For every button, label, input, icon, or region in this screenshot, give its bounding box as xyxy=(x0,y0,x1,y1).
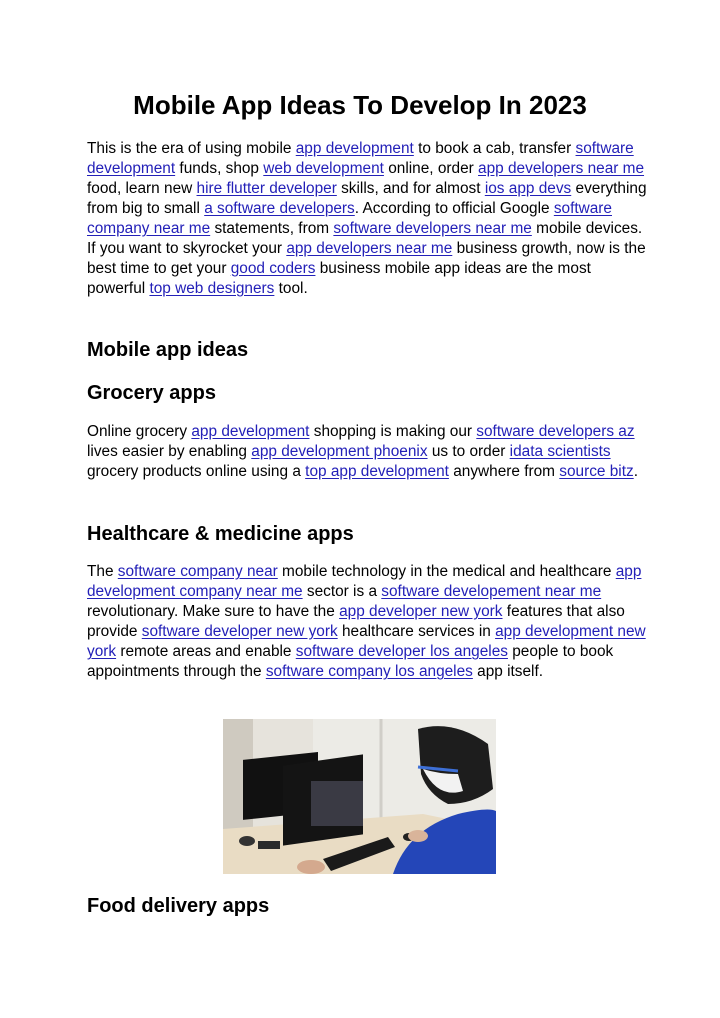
inline-link[interactable]: software developers az xyxy=(476,423,634,440)
inline-link[interactable]: software company los angeles xyxy=(266,663,473,680)
paragraph-text: to book a cab, transfer xyxy=(413,140,576,157)
paragraph-text: online, order xyxy=(383,160,479,177)
paragraph-text: . xyxy=(633,463,638,480)
paragraph-text: sector is a xyxy=(302,583,382,600)
paragraph-text: food, learn new xyxy=(87,180,197,197)
inline-link[interactable]: a software developers xyxy=(204,200,355,217)
paragraph-text: skills, and for almost xyxy=(336,180,485,197)
paragraph-text: . According to official Google xyxy=(354,200,554,217)
inline-link[interactable]: software company near xyxy=(118,563,278,580)
inline-link[interactable]: source bitz xyxy=(559,463,633,480)
paragraph-text: lives easier by enabling xyxy=(87,443,252,460)
paragraph-text: grocery products online using a xyxy=(87,463,306,480)
paragraph-text: The xyxy=(87,563,118,580)
paragraph-text: This is the era of using mobile xyxy=(87,140,296,157)
paragraph-text: Online grocery xyxy=(87,423,192,440)
paragraph-text: statements, from xyxy=(210,220,334,237)
paragraph-text: tool. xyxy=(274,280,308,297)
paragraph-text: app itself. xyxy=(472,663,544,680)
page-title: Mobile App Ideas To Develop In 2023 xyxy=(133,90,587,120)
document-page: Mobile App Ideas To Develop In 2023 This… xyxy=(0,0,720,1018)
inline-link[interactable]: web development xyxy=(263,160,384,177)
heading-healthcare-apps: Healthcare & medicine apps xyxy=(87,523,354,545)
paragraph-text: anywhere from xyxy=(448,463,560,480)
inline-link[interactable]: hire flutter developer xyxy=(197,180,337,197)
inline-link[interactable]: app development xyxy=(296,140,414,157)
inline-link[interactable]: ios app devs xyxy=(485,180,571,197)
photo-illustration xyxy=(223,719,496,874)
inline-link[interactable]: software developers near me xyxy=(333,220,531,237)
paragraph-text: funds, shop xyxy=(175,160,264,177)
heading-mobile-app-ideas: Mobile app ideas xyxy=(87,339,249,361)
paragraph-text: mobile technology in the medical and hea… xyxy=(277,563,616,580)
inline-link[interactable]: app developers near me xyxy=(478,160,644,177)
paragraph-text: revolutionary. Make sure to have the xyxy=(87,603,340,620)
paragraph-text: us to order xyxy=(427,443,510,460)
inline-link[interactable]: software developement near me xyxy=(381,583,601,600)
inline-link[interactable]: app developer new york xyxy=(339,603,502,620)
paragraph-text: shopping is making our xyxy=(309,423,477,440)
inline-link[interactable]: good coders xyxy=(231,260,316,277)
paragraph-text: remote areas and enable xyxy=(116,643,296,660)
inline-link[interactable]: top app development xyxy=(305,463,449,480)
inline-link[interactable]: app development phoenix xyxy=(251,443,427,460)
inline-link[interactable]: app developers near me xyxy=(286,240,452,257)
healthcare-paragraph: The software company near mobile technol… xyxy=(87,562,647,682)
heading-food-delivery-apps: Food delivery apps xyxy=(87,895,270,917)
inline-link[interactable]: top web designers xyxy=(149,280,274,297)
paragraph-text: healthcare services in xyxy=(337,623,496,640)
inline-link[interactable]: app development xyxy=(191,423,309,440)
intro-paragraph: This is the era of using mobile app deve… xyxy=(87,139,647,299)
grocery-paragraph: Online grocery app development shopping … xyxy=(87,422,647,482)
inline-link[interactable]: software developer new york xyxy=(142,623,338,640)
office-photo xyxy=(223,719,496,874)
inline-link[interactable]: idata scientists xyxy=(510,443,611,460)
heading-grocery-apps: Grocery apps xyxy=(87,382,216,404)
inline-link[interactable]: software developer los angeles xyxy=(296,643,508,660)
